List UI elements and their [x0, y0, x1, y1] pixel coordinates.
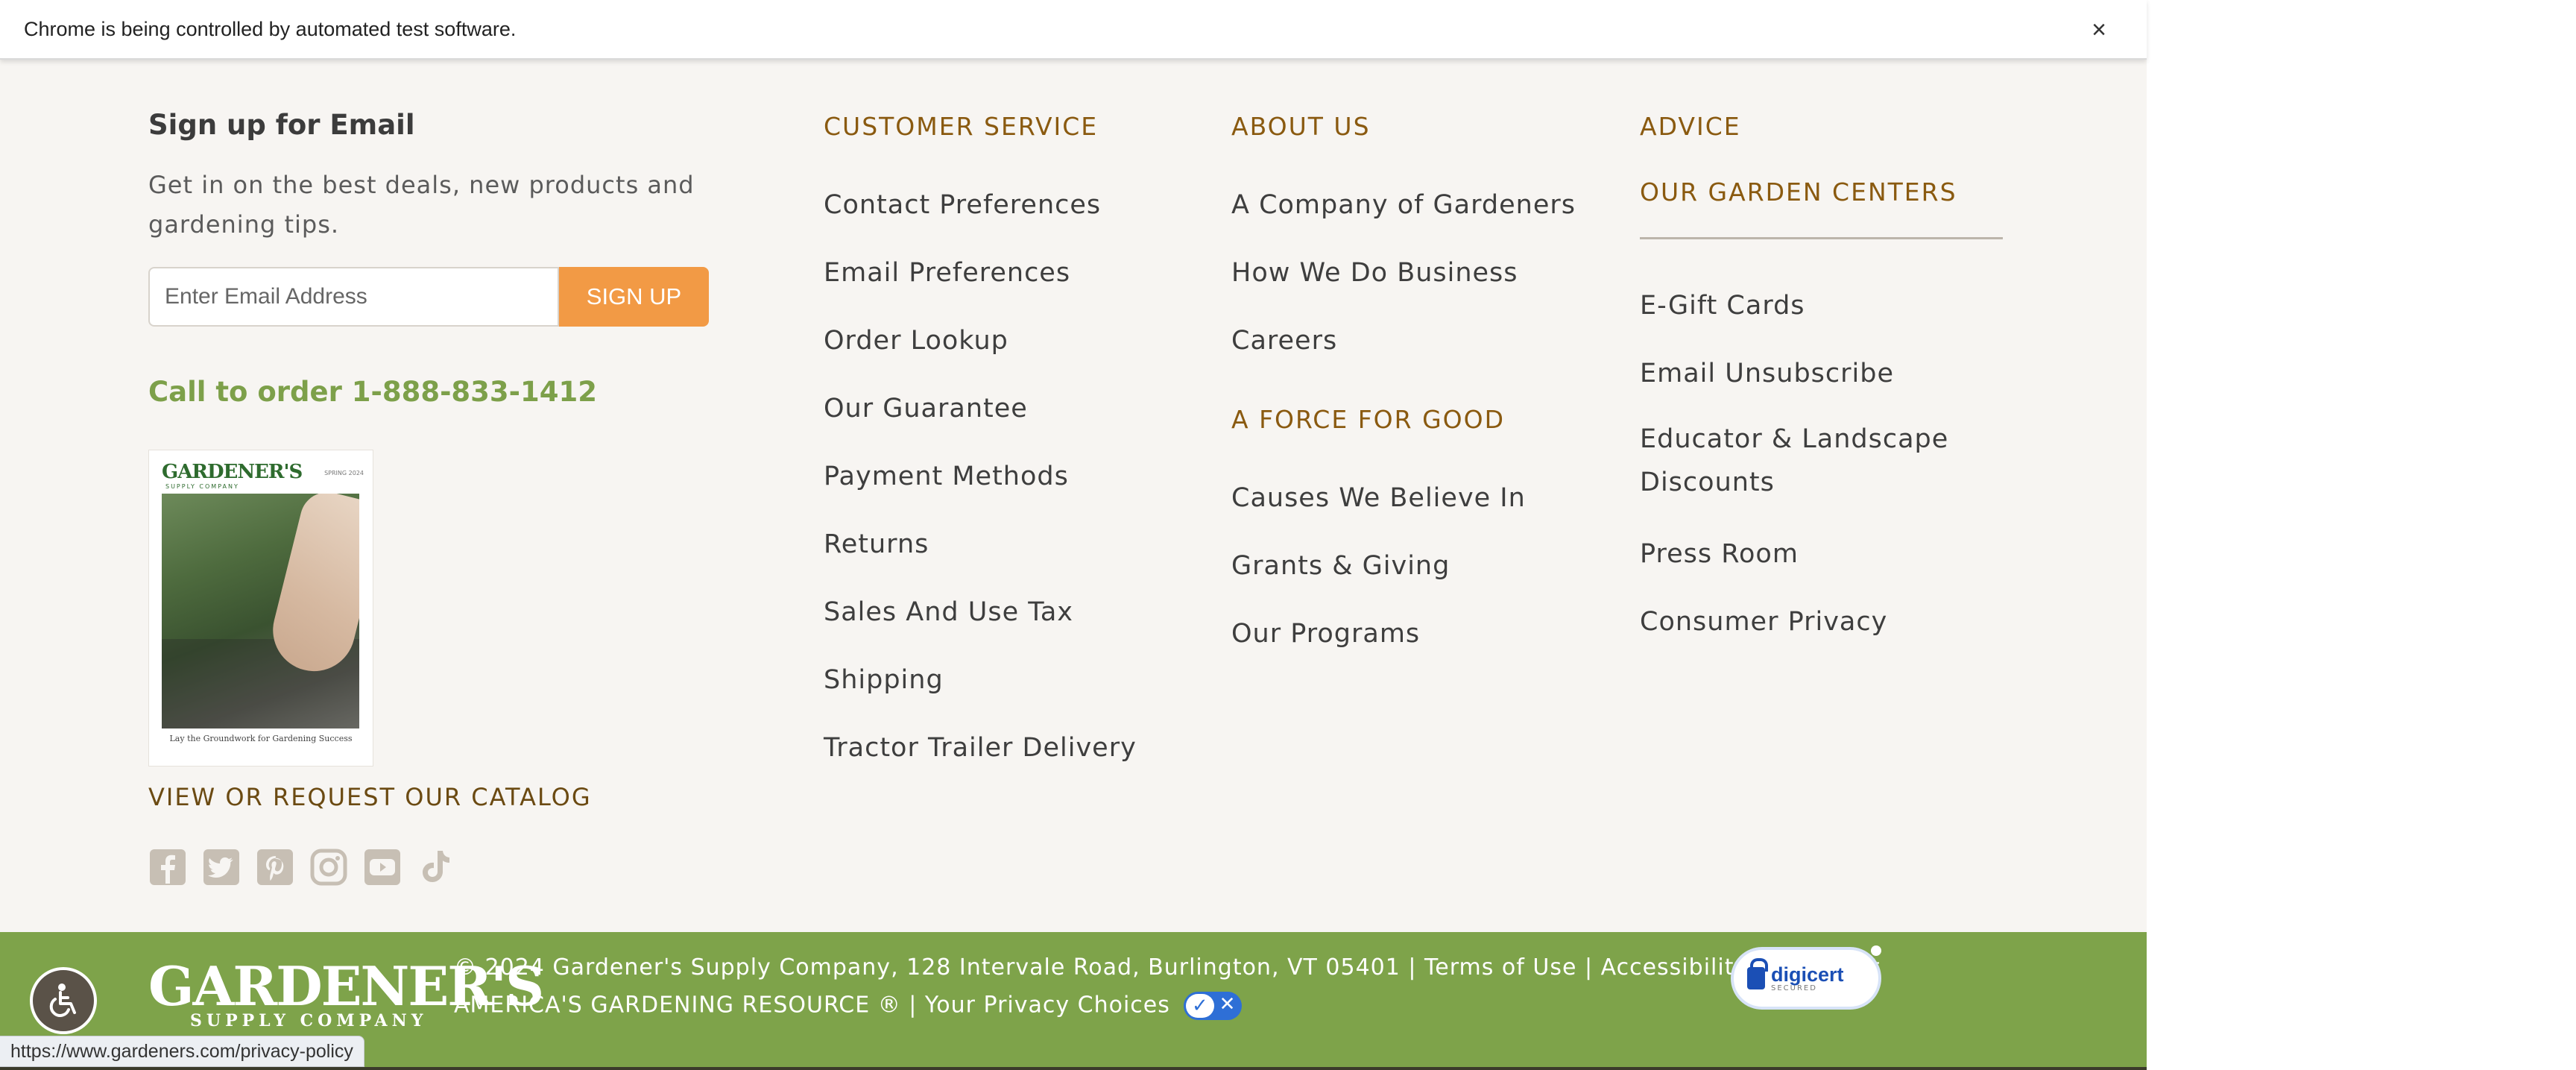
about-us-heading: ABOUT US: [1231, 112, 1371, 141]
tagline-text: AMERICA'S GARDENING RESOURCE ® |: [454, 992, 925, 1019]
accessibility-widget-button[interactable]: [30, 967, 97, 1034]
link-consumer-privacy[interactable]: Consumer Privacy: [1640, 607, 1887, 637]
catalog-issue-text: SPRING 2024: [324, 470, 364, 476]
signup-description: Get in on the best deals, new products a…: [148, 171, 695, 239]
facebook-icon[interactable]: [148, 846, 187, 888]
link-causes-we-believe-in[interactable]: Causes We Believe In: [1231, 483, 1526, 513]
brand-logo[interactable]: GARDENER'S SUPPLY COMPANY: [148, 954, 544, 1031]
advice-heading[interactable]: ADVICE: [1640, 112, 1741, 141]
status-url-bubble: https://www.gardeners.com/privacy-policy: [0, 1036, 364, 1067]
automation-infobar: Chrome is being controlled by automated …: [0, 0, 2147, 60]
page-bottom-strip: [0, 1067, 2147, 1070]
automation-message: Chrome is being controlled by automated …: [24, 17, 517, 40]
call-to-order-link[interactable]: Call to order 1-888-833-1412: [148, 376, 597, 408]
link-order-lookup[interactable]: Order Lookup: [824, 326, 1008, 356]
privacy-choices-toggle-icon[interactable]: ✓ ✕: [1184, 992, 1243, 1020]
link-our-guarantee[interactable]: Our Guarantee: [824, 394, 1028, 424]
wheelchair-icon: [49, 984, 76, 1017]
twitter-icon[interactable]: [202, 846, 241, 888]
social-links: [148, 846, 455, 888]
email-input[interactable]: [148, 267, 559, 327]
brand-subtitle: SUPPLY COMPANY: [190, 1011, 428, 1030]
digicert-seal[interactable]: digicert SECURED: [1731, 945, 1881, 1010]
link-contact-preferences[interactable]: Contact Preferences: [824, 190, 1101, 220]
link-returns[interactable]: Returns: [824, 529, 929, 559]
link-grants-and-giving[interactable]: Grants & Giving: [1231, 551, 1450, 581]
terms-of-use-link[interactable]: Terms of Use: [1424, 954, 1576, 981]
legal-line: © 2024 Gardener's Supply Company, 128 In…: [454, 954, 1881, 981]
link-sales-and-use-tax[interactable]: Sales And Use Tax: [824, 597, 1073, 627]
catalog-caption: Lay the Groundwork for Gardening Success: [169, 734, 353, 743]
column-divider: [1640, 237, 2003, 239]
link-tractor-trailer-delivery[interactable]: Tractor Trailer Delivery: [824, 733, 1137, 763]
link-payment-methods[interactable]: Payment Methods: [824, 462, 1069, 491]
tagline-line: AMERICA'S GARDENING RESOURCE ® | Your Pr…: [454, 992, 1243, 1020]
link-press-room[interactable]: Press Room: [1640, 539, 1799, 569]
close-icon[interactable]: ×: [2084, 15, 2114, 45]
signup-button[interactable]: SIGN UP: [559, 267, 709, 327]
youtube-icon[interactable]: [363, 846, 402, 888]
link-our-programs[interactable]: Our Programs: [1231, 619, 1420, 649]
signup-title: Sign up for Email: [148, 109, 415, 141]
copyright-text: © 2024 Gardener's Supply Company, 128 In…: [454, 954, 1425, 981]
lock-icon: [1747, 958, 1768, 989]
catalog-logo: GARDENER'S: [162, 461, 303, 483]
pinterest-icon[interactable]: [256, 846, 294, 888]
link-careers[interactable]: Careers: [1231, 326, 1337, 356]
catalog-photo: [162, 494, 359, 728]
catalog-cover-image[interactable]: GARDENER'S SUPPLY COMPANY SPRING 2024 La…: [148, 450, 373, 767]
force-for-good-heading: A FORCE FOR GOOD: [1231, 405, 1505, 434]
legal-separator: |: [1576, 954, 1601, 981]
garden-centers-heading[interactable]: OUR GARDEN CENTERS: [1640, 177, 1957, 207]
tiktok-icon[interactable]: [417, 846, 455, 888]
customer-service-heading: CUSTOMER SERVICE: [824, 112, 1099, 141]
catalog-request-link[interactable]: VIEW OR REQUEST OUR CATALOG: [148, 783, 592, 811]
link-e-gift-cards[interactable]: E-Gift Cards: [1640, 291, 1805, 321]
privacy-choices-link[interactable]: Your Privacy Choices: [925, 992, 1170, 1019]
footer-main: Sign up for Email Get in on the best dea…: [0, 60, 2147, 932]
instagram-icon[interactable]: [309, 846, 348, 888]
digicert-name: digicert: [1771, 963, 1844, 986]
link-email-unsubscribe[interactable]: Email Unsubscribe: [1640, 359, 1894, 388]
link-company-of-gardeners[interactable]: A Company of Gardeners: [1231, 190, 1576, 220]
link-email-preferences[interactable]: Email Preferences: [824, 258, 1070, 288]
brand-name: GARDENER'S: [148, 954, 544, 1018]
catalog-logo-sub: SUPPLY COMPANY: [165, 483, 239, 490]
link-educator-landscape-discounts[interactable]: Educator & Landscape Discounts: [1640, 418, 2027, 504]
link-how-we-do-business[interactable]: How We Do Business: [1231, 258, 1518, 288]
link-shipping[interactable]: Shipping: [824, 665, 944, 695]
